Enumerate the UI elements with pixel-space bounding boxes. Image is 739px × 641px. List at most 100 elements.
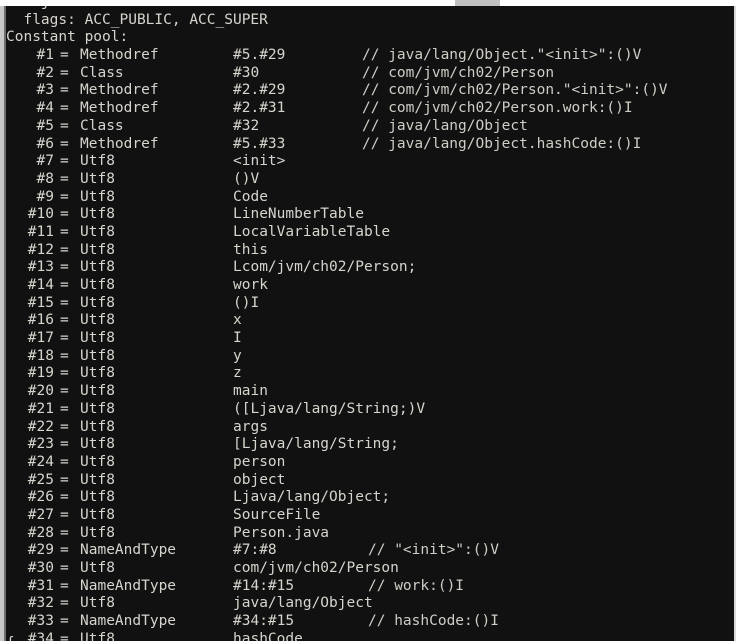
constant-pool-value: <init> — [233, 153, 286, 170]
constant-pool-index: #23 — [27, 436, 54, 453]
constant-pool-tag: NameAndType — [80, 542, 177, 559]
constant-pool-row: #29 = NameAndType #7:#8 // "<init>":()V — [6, 542, 734, 560]
constant-pool-comment: // "<init>":()V — [368, 542, 499, 559]
constant-pool-equals: = — [60, 418, 69, 435]
constant-pool-tag: Utf8 — [80, 241, 115, 258]
constant-pool-tag: Utf8 — [80, 312, 115, 329]
constant-pool-row: #15 = Utf8 ()I — [6, 295, 734, 313]
constant-pool-tag: NameAndType — [80, 613, 177, 630]
constant-pool-equals: = — [60, 170, 69, 187]
window-right-edge — [734, 6, 736, 641]
constant-pool-value: [Ljava/lang/String; — [233, 436, 399, 453]
constant-pool-tag: Methodref — [80, 135, 159, 152]
constant-pool-row: #11 = Utf8 LocalVariableTable — [6, 224, 734, 242]
header-line-flags: flags: ACC_PUBLIC, ACC_SUPER — [6, 11, 268, 28]
constant-pool-index: #19 — [27, 365, 54, 382]
constant-pool-equals: = — [60, 524, 69, 541]
constant-pool-row: #33 = NameAndType #34:#15 // hashCode:()I — [6, 613, 734, 631]
constant-pool-index: #14 — [27, 277, 54, 293]
constant-pool-index: #7 — [36, 153, 54, 170]
constant-pool-value: work — [233, 277, 268, 293]
constant-pool-value: #5.#29 — [233, 47, 286, 64]
constant-pool-value: ()V — [233, 170, 260, 187]
constant-pool-tag: NameAndType — [80, 577, 177, 594]
constant-pool-tag: Methodref — [80, 100, 159, 117]
constant-pool-value: Lcom/jvm/ch02/Person; — [233, 259, 417, 276]
constant-pool-index: #28 — [27, 524, 54, 541]
constant-pool-tag: Utf8 — [80, 453, 115, 470]
constant-pool-value: I — [233, 330, 242, 347]
constant-pool-comment: // com/jvm/ch02/Person."<init>":()V — [362, 82, 668, 99]
constant-pool-tag: Utf8 — [80, 365, 115, 382]
constant-pool-equals: = — [60, 577, 69, 594]
constant-pool-value: LocalVariableTable — [233, 223, 391, 240]
constant-pool-row: #2 = Class #30 // com/jvm/ch02/Person — [6, 65, 734, 83]
constant-pool-row: #27 = Utf8 SourceFile — [6, 507, 734, 525]
constant-pool-tag: Utf8 — [80, 418, 115, 435]
constant-pool-equals: = — [60, 47, 69, 64]
constant-pool-tag: Utf8 — [80, 188, 115, 205]
constant-pool-row: #5 = Class #32 // java/lang/Object — [6, 118, 734, 136]
constant-pool-tag: Methodref — [80, 47, 159, 64]
constant-pool-tag: Utf8 — [80, 223, 115, 240]
constant-pool-row: #28 = Utf8 Person.java — [6, 525, 734, 543]
constant-pool-value: this — [233, 241, 268, 258]
constant-pool-rows: #1 = Methodref #5.#29 // java/lang/Object."<… — [6, 47, 734, 641]
constant-pool-row: #8 = Utf8 ()V — [6, 171, 734, 189]
constant-pool-value: Ljava/lang/Object; — [233, 489, 391, 506]
constant-pool-index: #30 — [27, 560, 54, 576]
constant-pool-equals: = — [60, 241, 69, 258]
constant-pool-row: #13 = Utf8 Lcom/jvm/ch02/Person; — [6, 259, 734, 277]
constant-pool-row: #32 = Utf8 java/lang/Object — [6, 595, 734, 613]
constant-pool-tag: Utf8 — [80, 383, 115, 400]
constant-pool-index: #10 — [27, 206, 54, 223]
terminal-window[interactable]: major version: 52 flags: ACC_PUBLIC, ACC… — [0, 6, 736, 641]
constant-pool-value: z — [233, 365, 242, 382]
constant-pool-equals: = — [60, 330, 69, 347]
constant-pool-equals: = — [60, 206, 69, 223]
constant-pool-value: java/lang/Object — [233, 595, 373, 612]
constant-pool-value: y — [233, 347, 242, 364]
constant-pool-row: #20 = Utf8 main — [6, 383, 734, 401]
constant-pool-tag: Class — [80, 117, 124, 134]
constant-pool-equals: = — [60, 117, 69, 134]
constant-pool-tag: Utf8 — [80, 595, 115, 612]
constant-pool-index: #26 — [27, 489, 54, 506]
constant-pool-equals: = — [60, 383, 69, 400]
constant-pool-index: #3 — [36, 82, 54, 99]
terminal-scrollback: major version: 52 flags: ACC_PUBLIC, ACC… — [6, 6, 734, 641]
constant-pool-equals: = — [60, 135, 69, 152]
constant-pool-tag: Utf8 — [80, 471, 115, 488]
constant-pool-tag: Utf8 — [80, 630, 115, 641]
constant-pool-value: main — [233, 383, 268, 400]
constant-pool-value: Person.java — [233, 524, 330, 541]
constant-pool-equals: = — [60, 188, 69, 205]
constant-pool-value: hashCode — [233, 630, 303, 641]
constant-pool-row: #14 = Utf8 work — [6, 277, 734, 295]
constant-pool-index: #15 — [27, 294, 54, 311]
clipped-next-line: { — [6, 635, 15, 641]
constant-pool-value: com/jvm/ch02/Person — [233, 560, 399, 576]
constant-pool-value: #32 — [233, 117, 260, 134]
constant-pool-index: #5 — [36, 117, 54, 134]
constant-pool-row: #23 = Utf8 [Ljava/lang/String; — [6, 436, 734, 454]
constant-pool-row: #34 = Utf8 hashCode — [6, 631, 734, 641]
constant-pool-row: #22 = Utf8 args — [6, 419, 734, 437]
constant-pool-index: #25 — [27, 471, 54, 488]
constant-pool-tag: Class — [80, 64, 124, 81]
constant-pool-row: #21 = Utf8 ([Ljava/lang/String;)V — [6, 401, 734, 419]
constant-pool-index: #31 — [27, 577, 54, 594]
constant-pool-comment: // java/lang/Object."<init>":()V — [362, 47, 642, 64]
constant-pool-equals: = — [60, 312, 69, 329]
screen: major version: 52 flags: ACC_PUBLIC, ACC… — [0, 0, 739, 641]
constant-pool-value: #34:#15 — [233, 613, 295, 630]
constant-pool-equals: = — [60, 630, 69, 641]
constant-pool-value: Code — [233, 188, 268, 205]
constant-pool-row: #12 = Utf8 this — [6, 242, 734, 260]
constant-pool-index: #24 — [27, 453, 54, 470]
constant-pool-value: x — [233, 312, 242, 329]
constant-pool-tag: Utf8 — [80, 294, 115, 311]
constant-pool-tag: Methodref — [80, 82, 159, 99]
constant-pool-index: #2 — [36, 64, 54, 81]
constant-pool-comment: // work:()I — [368, 577, 465, 594]
